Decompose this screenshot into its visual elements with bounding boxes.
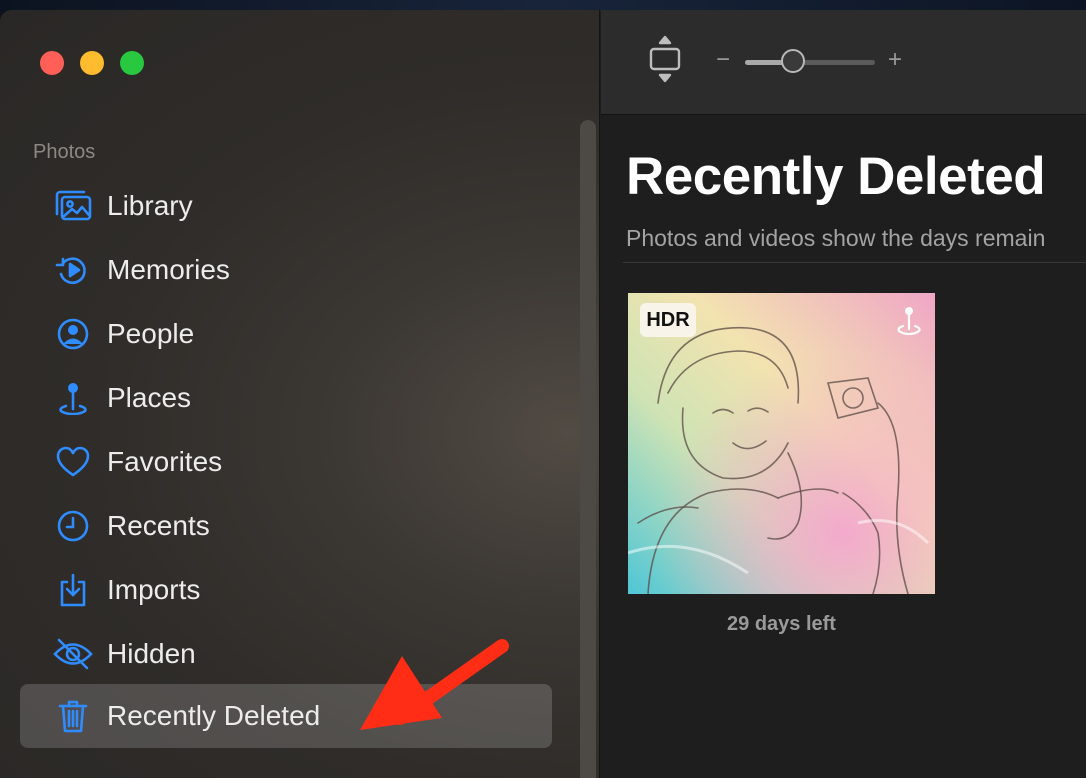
sidebar-item-library[interactable]: Library xyxy=(20,174,552,238)
zoom-in-button[interactable]: + xyxy=(885,48,905,72)
location-icon xyxy=(895,305,923,337)
sidebar-item-places[interactable]: Places xyxy=(20,366,552,430)
trash-icon xyxy=(53,699,93,733)
clock-icon xyxy=(53,509,93,543)
days-left-caption: 29 days left xyxy=(727,613,836,635)
sidebar-section-label: Photos xyxy=(33,141,96,163)
header-divider xyxy=(623,262,1086,263)
sidebar-item-label: Library xyxy=(107,190,193,221)
sidebar-item-imports[interactable]: Imports xyxy=(20,558,552,622)
sidebar-item-memories[interactable]: Memories xyxy=(20,238,552,302)
import-tray-icon xyxy=(53,573,93,607)
photo-image xyxy=(628,293,935,594)
sidebar-scrollbar-thumb[interactable] xyxy=(580,120,596,778)
toolbar: − + xyxy=(601,10,1086,115)
sidebar-item-label: Memories xyxy=(107,254,230,285)
sidebar-item-recently-deleted[interactable]: Recently Deleted xyxy=(20,684,552,748)
eye-slash-icon xyxy=(53,637,93,671)
minimize-window-button[interactable] xyxy=(80,51,104,75)
photos-window: Photos Library Memories People Places Fa… xyxy=(0,10,1086,778)
sidebar-item-label: Recents xyxy=(107,510,210,541)
close-window-button[interactable] xyxy=(40,51,64,75)
sidebar-item-recents[interactable]: Recents xyxy=(20,494,552,558)
main-content: Recently Deleted Photos and videos show … xyxy=(601,115,1086,778)
hdr-badge: HDR xyxy=(640,303,696,337)
maximize-window-button[interactable] xyxy=(120,51,144,75)
sidebar-item-label: Hidden xyxy=(107,638,196,669)
sidebar-item-favorites[interactable]: Favorites xyxy=(20,430,552,494)
sidebar-item-label: People xyxy=(107,318,195,349)
sidebar-item-label: Favorites xyxy=(107,446,223,477)
sidebar-item-label: Recently Deleted xyxy=(107,700,321,731)
sidebar-item-label: Places xyxy=(107,382,192,413)
zoom-slider[interactable] xyxy=(745,49,875,73)
memories-icon xyxy=(53,253,93,287)
map-pin-icon xyxy=(53,381,93,415)
page-title: Recently Deleted xyxy=(626,147,1046,206)
zoom-slider-knob[interactable] xyxy=(781,49,806,73)
sidebar-item-people[interactable]: People xyxy=(20,302,552,366)
aspect-ratio-icon[interactable] xyxy=(645,34,685,84)
sidebar-item-hidden[interactable]: Hidden xyxy=(20,622,552,686)
sidebar: Photos Library Memories People Places Fa… xyxy=(0,10,600,778)
heart-icon xyxy=(53,445,93,479)
page-subtitle: Photos and videos show the days remain xyxy=(626,225,1046,251)
person-circle-icon xyxy=(53,317,93,351)
sidebar-item-label: Imports xyxy=(107,574,201,605)
photo-library-icon xyxy=(53,189,93,223)
zoom-out-button[interactable]: − xyxy=(715,48,731,72)
photo-thumbnail[interactable]: HDR xyxy=(628,293,935,594)
